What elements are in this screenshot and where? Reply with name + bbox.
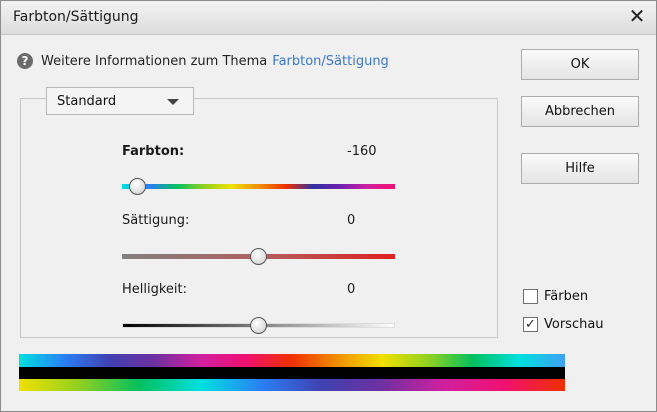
info-link[interactable]: Farbton/Sättigung [272, 54, 389, 69]
help-icon: ? [17, 53, 33, 69]
info-row: ? Weitere Informationen zum Thema Farbto… [17, 51, 389, 71]
preset-selected-label: Standard [57, 94, 117, 109]
hue-value: -160 [347, 144, 377, 159]
colorize-checkbox[interactable] [523, 288, 538, 304]
cancel-button[interactable]: Abbrechen [521, 96, 639, 127]
lightness-value: 0 [347, 282, 356, 297]
window-title: Farbton/Sättigung [13, 9, 139, 25]
source-color-spectrum [19, 354, 565, 367]
saturation-slider-thumb[interactable] [250, 248, 267, 265]
hue-slider-track[interactable] [122, 184, 395, 189]
spectrum-divider [19, 367, 565, 379]
colorize-option[interactable]: Färben [523, 287, 588, 305]
lightness-slider-thumb[interactable] [250, 317, 267, 334]
preview-option[interactable]: ✓ Vorschau [523, 315, 604, 333]
adjustment-group [20, 98, 498, 338]
result-color-spectrum [19, 379, 565, 391]
hue-label: Farbton: [122, 144, 185, 159]
info-text: Weitere Informationen zum Thema [41, 53, 268, 69]
chevron-down-icon [167, 99, 179, 105]
hue-saturation-dialog: Farbton/Sättigung ✕ ? Weitere Informatio… [0, 0, 657, 412]
preset-dropdown[interactable]: Standard [46, 87, 194, 115]
title-bar[interactable]: Farbton/Sättigung ✕ [1, 1, 656, 35]
preview-label: Vorschau [544, 316, 604, 332]
ok-button[interactable]: OK [521, 49, 639, 80]
preview-checkbox[interactable]: ✓ [523, 316, 538, 332]
hue-slider-thumb[interactable] [128, 178, 146, 195]
saturation-label: Sättigung: [122, 213, 190, 228]
colorize-label: Färben [544, 288, 589, 304]
saturation-value: 0 [347, 213, 356, 228]
lightness-label: Helligkeit: [122, 282, 188, 297]
close-icon[interactable]: ✕ [626, 4, 648, 28]
help-button[interactable]: Hilfe [521, 153, 639, 184]
